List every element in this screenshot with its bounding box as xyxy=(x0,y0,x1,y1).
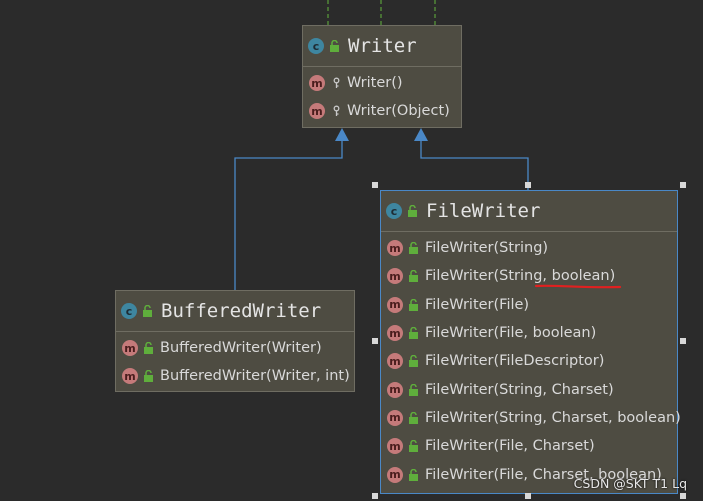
class-box-filewriter[interactable]: c FileWriter m FileWriter(String) m File… xyxy=(380,190,681,494)
inheritance-edge-bufferedwriter xyxy=(234,140,343,290)
lock-icon xyxy=(409,440,418,453)
method-icon: m xyxy=(387,353,403,370)
method-icon: m xyxy=(309,103,325,120)
inheritance-edge-filewriter xyxy=(420,140,529,190)
resize-handle[interactable] xyxy=(372,493,378,499)
method-row[interactable]: m Writer(Object) xyxy=(303,97,461,125)
lock-icon xyxy=(409,468,418,481)
method-label: FileWriter(File, Charset) xyxy=(425,438,595,455)
class-name: BufferedWriter xyxy=(161,300,322,322)
lock-icon xyxy=(143,305,152,317)
method-icon: m xyxy=(387,296,403,313)
lock-icon xyxy=(409,298,418,311)
class-box-writer[interactable]: c Writer m Writer() m Writer(Object) xyxy=(302,25,462,128)
method-icon: m xyxy=(309,75,325,92)
method-label: FileWriter(String, Charset, boolean) xyxy=(425,409,681,426)
method-row[interactable]: m FileWriter(String, Charset) xyxy=(381,375,677,403)
method-label: FileWriter(File, boolean) xyxy=(425,325,597,342)
lock-icon xyxy=(408,205,417,217)
method-row[interactable]: m BufferedWriter(Writer) xyxy=(116,334,354,362)
method-label: FileWriter(String) xyxy=(425,240,549,257)
red-underline-annotation xyxy=(534,285,622,289)
method-row[interactable]: m FileWriter(String, Charset, boolean) xyxy=(381,404,681,432)
lock-icon xyxy=(409,355,418,368)
class-icon: c xyxy=(386,203,402,219)
method-row[interactable]: m FileWriter(String) xyxy=(381,234,677,262)
class-name: Writer xyxy=(348,35,417,57)
method-label: BufferedWriter(Writer) xyxy=(160,340,322,357)
watermark: CSDN @SKT T1 Lq xyxy=(573,476,687,491)
key-icon xyxy=(333,77,340,89)
class-icon: c xyxy=(121,303,137,319)
resize-handle[interactable] xyxy=(525,182,531,188)
method-icon: m xyxy=(122,340,138,357)
method-icon: m xyxy=(387,240,403,257)
lock-icon xyxy=(330,40,339,52)
resize-handle[interactable] xyxy=(680,493,686,499)
method-icon: m xyxy=(387,268,403,285)
lock-icon xyxy=(409,270,418,283)
class-header: c BufferedWriter xyxy=(116,291,354,332)
lock-icon xyxy=(409,242,418,255)
method-icon: m xyxy=(387,466,403,483)
resize-handle[interactable] xyxy=(680,182,686,188)
class-header: c Writer xyxy=(303,26,461,67)
method-icon: m xyxy=(387,438,403,455)
method-label: BufferedWriter(Writer, int) xyxy=(160,368,350,385)
class-name: FileWriter xyxy=(426,200,541,222)
key-icon xyxy=(333,105,340,117)
method-label: FileWriter(File) xyxy=(425,296,530,313)
method-label: FileWriter(FileDescriptor) xyxy=(425,353,605,370)
resize-handle[interactable] xyxy=(525,493,531,499)
method-label: Writer(Object) xyxy=(347,103,450,120)
lock-icon xyxy=(144,342,153,355)
method-row[interactable]: m FileWriter(FileDescriptor) xyxy=(381,347,677,375)
method-icon: m xyxy=(387,409,403,426)
method-label: Writer() xyxy=(347,75,403,92)
inheritance-arrowhead xyxy=(335,128,349,141)
inheritance-arrowhead xyxy=(414,128,428,141)
resize-handle[interactable] xyxy=(680,338,686,344)
method-icon: m xyxy=(387,325,403,342)
method-row[interactable]: m FileWriter(File, boolean) xyxy=(381,319,677,347)
class-header: c FileWriter xyxy=(381,191,677,232)
resize-handle[interactable] xyxy=(372,182,378,188)
lock-icon xyxy=(409,327,418,340)
method-row[interactable]: m FileWriter(String, boolean) xyxy=(381,262,677,290)
method-label: FileWriter(String, boolean) xyxy=(425,268,616,285)
method-row[interactable]: m FileWriter(File) xyxy=(381,291,677,319)
method-row[interactable]: m Writer() xyxy=(303,69,461,97)
method-row[interactable]: m FileWriter(File, Charset) xyxy=(381,432,677,460)
method-row[interactable]: m BufferedWriter(Writer, int) xyxy=(116,362,354,390)
lock-icon xyxy=(144,370,153,383)
method-label: FileWriter(String, Charset) xyxy=(425,381,614,398)
method-icon: m xyxy=(122,368,138,385)
lock-icon xyxy=(409,383,418,396)
resize-handle[interactable] xyxy=(372,338,378,344)
class-box-bufferedwriter[interactable]: c BufferedWriter m BufferedWriter(Writer… xyxy=(115,290,355,392)
method-icon: m xyxy=(387,381,403,398)
lock-icon xyxy=(409,411,418,424)
class-icon: c xyxy=(308,38,324,54)
